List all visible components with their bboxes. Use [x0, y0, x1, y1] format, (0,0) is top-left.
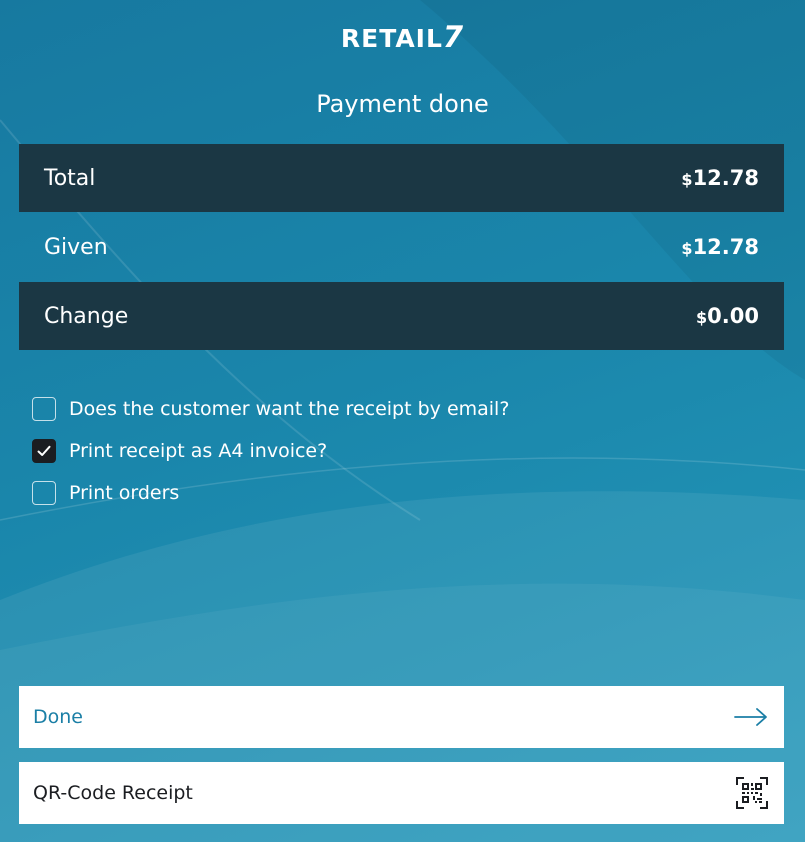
total-label: Total [44, 165, 96, 191]
email-receipt-label[interactable]: Does the customer want the receipt by em… [69, 398, 509, 420]
print-orders-checkbox[interactable] [32, 481, 56, 505]
retail7-logo: RETAIL7 [0, 20, 805, 54]
given-value: 12.78 [692, 235, 759, 259]
option-email-receipt[interactable]: Does the customer want the receipt by em… [32, 388, 509, 430]
total-amount: $12.78 [681, 166, 759, 190]
arrow-right-icon [734, 708, 767, 726]
given-row: Given $12.78 [19, 213, 784, 281]
option-a4-invoice[interactable]: Print receipt as A4 invoice? [32, 430, 509, 472]
logo-mark: 7 [442, 20, 465, 54]
change-amount: $0.00 [696, 304, 759, 328]
change-row: Change $0.00 [19, 282, 784, 350]
a4-invoice-label[interactable]: Print receipt as A4 invoice? [69, 440, 327, 462]
a4-invoice-checkbox[interactable] [32, 439, 56, 463]
given-label: Given [44, 234, 108, 260]
payment-done-screen: RETAIL7 Payment done Total $12.78 Given … [0, 0, 805, 842]
checkmark-icon [37, 445, 51, 456]
logo-text: RETAIL [340, 24, 443, 53]
email-receipt-checkbox[interactable] [32, 397, 56, 421]
done-label: Done [33, 706, 83, 728]
qr-code-icon [736, 777, 768, 809]
change-currency: $ [696, 308, 708, 327]
change-value: 0.00 [707, 304, 759, 328]
option-print-orders[interactable]: Print orders [32, 472, 509, 514]
qr-code-receipt-button[interactable]: QR-Code Receipt [19, 762, 784, 824]
given-amount: $12.78 [681, 235, 759, 259]
qr-receipt-label: QR-Code Receipt [33, 782, 193, 804]
receipt-options: Does the customer want the receipt by em… [32, 388, 509, 514]
print-orders-label[interactable]: Print orders [69, 482, 179, 504]
done-button[interactable]: Done [19, 686, 784, 748]
change-label: Change [44, 303, 129, 329]
total-value: 12.78 [692, 166, 759, 190]
total-row: Total $12.78 [19, 144, 784, 212]
given-currency: $ [681, 239, 693, 258]
page-title: Payment done [316, 90, 489, 118]
total-currency: $ [681, 170, 693, 189]
